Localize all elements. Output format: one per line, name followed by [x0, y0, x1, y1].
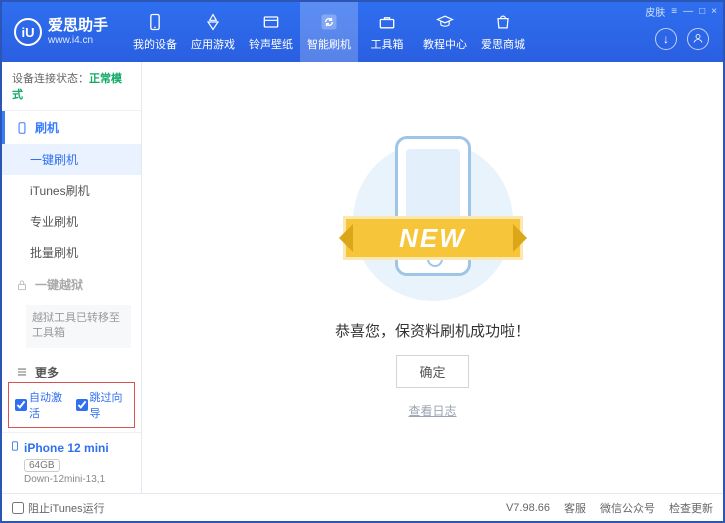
nav-smart-flash[interactable]: 智能刷机	[300, 2, 358, 62]
ok-button[interactable]: 确定	[396, 355, 468, 388]
title-controls: 皮肤 ≡ — □ ×	[645, 4, 717, 19]
nav-apps-games[interactable]: 应用游戏	[184, 2, 242, 62]
nav-tutorials[interactable]: 教程中心	[416, 2, 474, 62]
device-name: iPhone 12 mini	[10, 439, 133, 456]
auto-activate-input[interactable]	[15, 399, 27, 411]
options-box: 自动激活 跳过向导	[8, 382, 135, 428]
block-itunes-label: 阻止iTunes运行	[28, 500, 105, 516]
skip-guide-checkbox[interactable]: 跳过向导	[76, 389, 129, 421]
folder-icon	[261, 12, 281, 32]
section-jailbreak: 一键越狱	[2, 268, 141, 301]
section-more[interactable]: 更多	[2, 356, 141, 378]
nav-label: 教程中心	[423, 36, 467, 52]
success-illustration: NEW	[333, 136, 533, 306]
view-log-link[interactable]: 查看日志	[408, 402, 456, 419]
sidebar-scroll[interactable]: 刷机 一键刷机 iTunes刷机 专业刷机 批量刷机 一键越狱 越狱工具已转移至…	[2, 111, 141, 378]
nav-store[interactable]: 爱思商城	[474, 2, 532, 62]
section-label: 更多	[35, 364, 59, 378]
block-itunes-checkbox[interactable]: 阻止iTunes运行	[12, 500, 105, 516]
jailbreak-note: 越狱工具已转移至工具箱	[26, 305, 131, 348]
skip-guide-label: 跳过向导	[90, 389, 129, 421]
nav-label: 智能刷机	[307, 36, 351, 52]
main-content: NEW 恭喜您，保资料刷机成功啦！ 确定 查看日志	[142, 62, 723, 493]
flash-icon	[15, 121, 29, 135]
menu-icon	[15, 365, 29, 378]
menu-button[interactable]: ≡	[671, 6, 677, 17]
close-button[interactable]: ×	[711, 6, 717, 17]
app-site: www.i4.cn	[48, 35, 108, 46]
nav-label: 我的设备	[133, 36, 177, 52]
device-phone-icon	[10, 439, 20, 456]
nav-toolbox[interactable]: 工具箱	[358, 2, 416, 62]
download-button[interactable]: ↓	[655, 28, 677, 50]
section-label: 一键越狱	[35, 276, 83, 293]
phone-icon	[145, 12, 165, 32]
account-button[interactable]	[687, 28, 709, 50]
sidebar-item-itunes-flash[interactable]: iTunes刷机	[2, 175, 141, 206]
nav-label: 应用游戏	[191, 36, 235, 52]
body: 设备连接状态：正常模式 刷机 一键刷机 iTunes刷机 专业刷机 批量刷机 一…	[2, 62, 723, 493]
connection-status: 设备连接状态：正常模式	[2, 62, 141, 111]
app-window: 皮肤 ≡ — □ × iU 爱思助手 www.i4.cn 我的设备 应用游戏	[0, 0, 725, 523]
download-icon: ↓	[663, 32, 669, 46]
section-label: 刷机	[35, 119, 59, 136]
app-name: 爱思助手	[48, 18, 108, 35]
graduation-icon	[435, 12, 455, 32]
app-logo: iU 爱思助手 www.i4.cn	[14, 18, 108, 46]
nav-ringtone-wallpaper[interactable]: 铃声壁纸	[242, 2, 300, 62]
success-message: 恭喜您，保资料刷机成功啦！	[335, 320, 530, 341]
device-panel[interactable]: iPhone 12 mini 64GB Down-12mini-13,1	[2, 432, 141, 493]
status-label: 设备连接状态：	[12, 73, 89, 85]
sidebar-item-one-key-flash[interactable]: 一键刷机	[2, 144, 141, 175]
sidebar-item-batch-flash[interactable]: 批量刷机	[2, 237, 141, 268]
logo-icon: iU	[14, 18, 42, 46]
minimize-button[interactable]: —	[683, 6, 693, 17]
customer-service-link[interactable]: 客服	[564, 500, 586, 516]
sidebar-item-pro-flash[interactable]: 专业刷机	[2, 206, 141, 237]
new-ribbon: NEW	[343, 216, 523, 260]
header-right: ↓	[655, 28, 715, 50]
wechat-link[interactable]: 微信公众号	[600, 500, 655, 516]
maximize-button[interactable]: □	[699, 6, 705, 17]
toolbox-icon	[377, 12, 397, 32]
header: 皮肤 ≡ — □ × iU 爱思助手 www.i4.cn 我的设备 应用游戏	[2, 2, 723, 62]
section-flash[interactable]: 刷机	[2, 111, 141, 144]
block-itunes-input[interactable]	[12, 502, 24, 514]
footer: 阻止iTunes运行 V7.98.66 客服 微信公众号 检查更新	[2, 493, 723, 521]
auto-activate-checkbox[interactable]: 自动激活	[15, 389, 68, 421]
user-icon	[692, 32, 704, 47]
nav-label: 工具箱	[371, 36, 404, 52]
device-storage: 64GB	[24, 459, 60, 472]
skip-guide-input[interactable]	[76, 399, 88, 411]
bag-icon	[493, 12, 513, 32]
skin-button[interactable]: 皮肤	[645, 4, 665, 19]
sidebar: 设备连接状态：正常模式 刷机 一键刷机 iTunes刷机 专业刷机 批量刷机 一…	[2, 62, 142, 493]
lock-icon	[15, 278, 29, 292]
device-name-text: iPhone 12 mini	[24, 441, 109, 455]
nav-my-device[interactable]: 我的设备	[126, 2, 184, 62]
nav-label: 爱思商城	[481, 36, 525, 52]
nav-label: 铃声壁纸	[249, 36, 293, 52]
refresh-icon	[319, 12, 339, 32]
auto-activate-label: 自动激活	[29, 389, 68, 421]
app-icon	[203, 12, 223, 32]
check-update-link[interactable]: 检查更新	[669, 500, 713, 516]
version-label: V7.98.66	[506, 502, 550, 514]
device-sub: Down-12mini-13,1	[24, 474, 133, 485]
main-nav: 我的设备 应用游戏 铃声壁纸 智能刷机 工具箱 教程中心	[126, 2, 532, 62]
